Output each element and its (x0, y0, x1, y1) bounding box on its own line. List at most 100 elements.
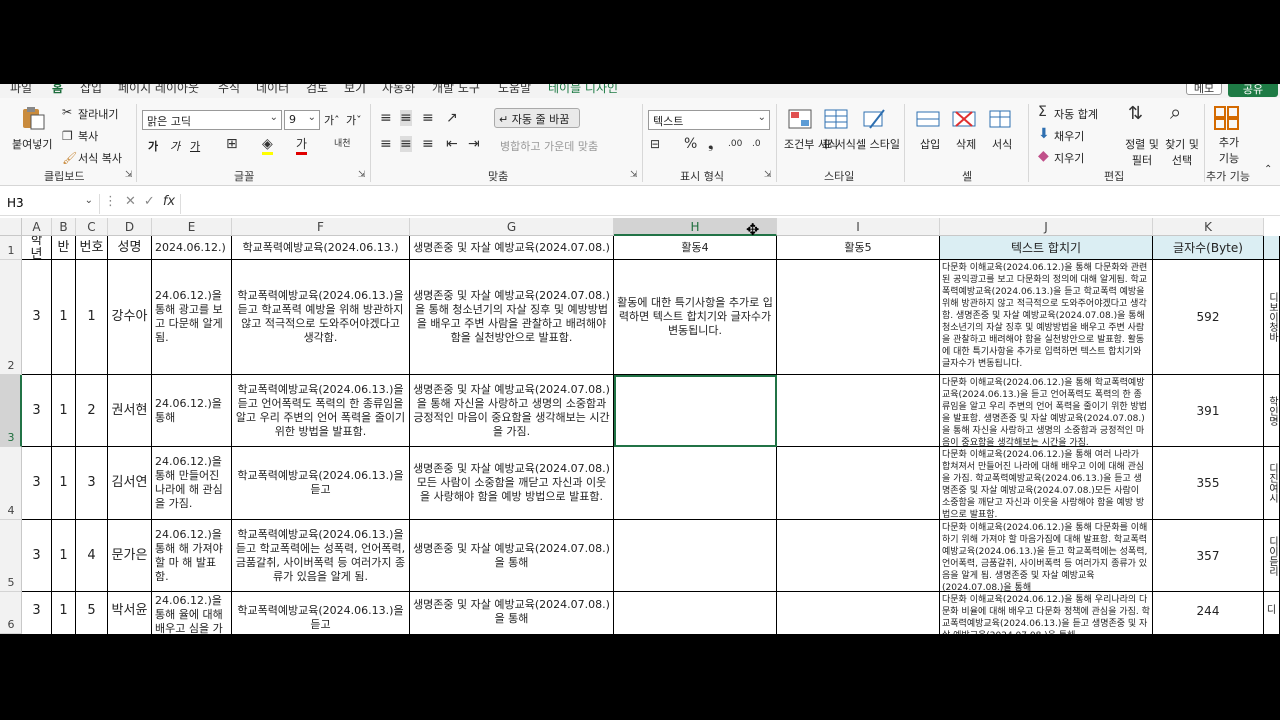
header-number-cell[interactable]: 번호 (76, 236, 108, 260)
align-center-icon[interactable]: ≡ (400, 136, 412, 152)
number-cell[interactable]: 2 (76, 375, 108, 447)
byte-count-cell[interactable]: 355 (1153, 447, 1264, 520)
addins-icon[interactable] (1214, 106, 1240, 130)
activity1-cell[interactable]: 24.06.12.)을 통해 광고를 보고 다문해 알게됨. (152, 260, 232, 375)
font-size-select[interactable]: 9 ⌄ (284, 110, 320, 130)
format-cells-icon[interactable] (988, 108, 1014, 132)
format-painter-icon[interactable]: 🖌 (62, 150, 77, 166)
paste-icon[interactable] (20, 106, 46, 130)
clear-icon[interactable]: ◆ (1038, 148, 1049, 164)
table-format-icon[interactable] (824, 108, 850, 132)
tab-file[interactable]: 파일 (10, 84, 32, 96)
align-right-icon[interactable]: ≡ (422, 136, 434, 152)
autosum-button[interactable]: 자동 합계 (1054, 106, 1098, 122)
text-join-cell[interactable]: 다문화 이해교육(2024.06.12.)을 통해 다문화를 이해하기 위해 가… (940, 520, 1153, 592)
grade-cell[interactable]: 3 (22, 375, 52, 447)
class-cell[interactable]: 1 (52, 447, 76, 520)
byte-count-cell[interactable]: 244 (1153, 592, 1264, 634)
tab-help[interactable]: 도움말 (498, 84, 531, 96)
activity3-cell[interactable]: 생명존중 및 자살 예방교육(2024.07.08.)을 통해 청소년기의 자살… (410, 260, 614, 375)
find-select-button[interactable]: 찾기 및 선택 (1162, 136, 1202, 168)
class-cell[interactable]: 1 (52, 520, 76, 592)
cut-icon[interactable]: ✂ (62, 104, 72, 120)
cell-styles-icon[interactable] (862, 108, 888, 132)
column-header-b[interactable]: B (52, 218, 76, 236)
font-name-select[interactable]: 맑은 고딕 ⌄ (142, 110, 282, 130)
fx-icon[interactable]: fx (163, 194, 175, 209)
font-color-icon[interactable]: 가 (296, 136, 308, 155)
cut-button[interactable]: 잘라내기 (78, 106, 118, 122)
accounting-icon[interactable]: ⊟ (650, 136, 660, 152)
activity5-cell[interactable] (777, 592, 940, 634)
overflow-cell[interactable]: 디이듣리 (1264, 520, 1280, 592)
collapse-ribbon-icon[interactable]: ⌃ (1264, 162, 1272, 178)
tab-data[interactable]: 데이터 (256, 84, 289, 96)
comma-icon[interactable]: ❟ (708, 136, 714, 152)
fill-icon[interactable]: ⬇ (1038, 126, 1050, 142)
tab-page-layout[interactable]: 페이지 레이아웃 (118, 84, 199, 96)
activity1-cell[interactable]: 24.06.12.)을 통해 율에 대해 배우고 심을 가짐. (152, 592, 232, 634)
increase-decimal-icon[interactable]: .00 (728, 136, 742, 152)
shrink-font-button[interactable]: 가ˇ (346, 112, 362, 128)
font-expander-icon[interactable]: ⇲ (358, 170, 366, 180)
find-select-icon[interactable]: ⌕ (1170, 102, 1181, 122)
fill-button[interactable]: 채우기 (1054, 128, 1084, 144)
activity4-cell[interactable]: 활동에 대한 특기사항을 추가로 입력하면 텍스트 합치기와 글자수가 변동됩니… (614, 260, 777, 375)
grade-cell[interactable]: 3 (22, 260, 52, 375)
activity3-cell[interactable]: 생명존중 및 자살 예방교육(2024.07.08.)을 통해 자신을 사랑하고… (410, 375, 614, 447)
class-cell[interactable]: 1 (52, 592, 76, 634)
text-join-cell[interactable]: 다문화 이해교육(2024.06.12.)을 통해 다문화와 관련된 공익광고를… (940, 260, 1153, 375)
align-bottom-icon[interactable]: ≡ (422, 110, 434, 126)
tab-table-design[interactable]: 테이블 디자인 (548, 84, 618, 96)
share-button[interactable]: 공유 (1228, 84, 1278, 97)
student-name-cell[interactable]: 문가은 (108, 520, 152, 592)
format-painter-button[interactable]: 서식 복사 (78, 150, 122, 166)
class-cell[interactable]: 1 (52, 260, 76, 375)
align-left-icon[interactable]: ≡ (380, 136, 392, 152)
sort-filter-icon[interactable]: ⇅ (1128, 105, 1143, 123)
activity5-cell[interactable] (777, 520, 940, 592)
orientation-icon[interactable]: ↗ (446, 110, 458, 126)
column-header-e[interactable]: E (152, 218, 232, 236)
header-class-cell[interactable]: 반 (52, 236, 76, 260)
grade-cell[interactable]: 3 (22, 592, 52, 634)
activity3-cell[interactable]: 생명존중 및 자살 예방교육(2024.07.08.)을 통해 (410, 592, 614, 634)
paste-button[interactable]: 붙여넣기 (12, 136, 52, 152)
activity4-cell[interactable] (614, 592, 777, 634)
student-name-cell[interactable]: 박서윤 (108, 592, 152, 634)
tab-view[interactable]: 보기 (344, 84, 366, 96)
delete-cells-icon[interactable] (952, 108, 978, 132)
tab-insert[interactable]: 삽입 (80, 84, 102, 96)
align-top-icon[interactable]: ≡ (380, 110, 392, 126)
activity5-cell[interactable] (777, 375, 940, 447)
decrease-indent-icon[interactable]: ⇤ (446, 136, 458, 152)
activity2-cell[interactable]: 학교폭력예방교육(2024.06.13.)을 듣고 언어폭력도 폭력의 한 종류… (232, 375, 410, 447)
confirm-icon[interactable]: ✓ (144, 194, 155, 209)
clipboard-expander-icon[interactable]: ⇲ (125, 170, 133, 180)
header-byte-count-cell[interactable]: 글자수(Byte) (1153, 236, 1264, 260)
select-all-corner[interactable] (0, 218, 22, 236)
text-join-cell[interactable]: 다문화 이해교육(2024.06.12.)을 통해 여러 나라가 합쳐져서 만들… (940, 447, 1153, 520)
overflow-cell[interactable]: 학인명 (1264, 375, 1280, 447)
memo-button[interactable]: 메모 (1186, 84, 1222, 95)
activity1-cell[interactable]: 24.06.12.)을 통해 (152, 375, 232, 447)
sort-filter-button[interactable]: 정렬 및 필터 (1122, 136, 1162, 168)
insert-cells-icon[interactable] (916, 108, 942, 132)
activity2-cell[interactable]: 학교폭력예방교육(2024.06.13.)을 듣고 학교폭력에는 성폭력, 언어… (232, 520, 410, 592)
column-header-d[interactable]: D (108, 218, 152, 236)
activity4-cell-selected[interactable] (614, 375, 777, 447)
grade-cell[interactable]: 3 (22, 520, 52, 592)
phonetic-icon[interactable]: 내천 (334, 136, 351, 152)
student-name-cell[interactable]: 김서연 (108, 447, 152, 520)
header-activity5-cell[interactable]: 활동5 (777, 236, 940, 260)
header-text-join-cell[interactable]: 텍스트 합치기 (940, 236, 1153, 260)
header-activity2-cell[interactable]: 학교폭력예방교육(2024.06.13.) (232, 236, 410, 260)
row-header-1[interactable]: 1 (0, 236, 22, 260)
overflow-cell[interactable]: 디 (1264, 592, 1280, 634)
tab-review[interactable]: 검토 (306, 84, 328, 96)
column-header-a[interactable]: A (22, 218, 52, 236)
underline-button[interactable]: 가 (190, 138, 200, 154)
name-box[interactable]: H3 ⌄ (4, 194, 100, 214)
number-format-select[interactable]: 텍스트 ⌄ (648, 110, 770, 130)
number-expander-icon[interactable]: ⇲ (764, 170, 772, 180)
